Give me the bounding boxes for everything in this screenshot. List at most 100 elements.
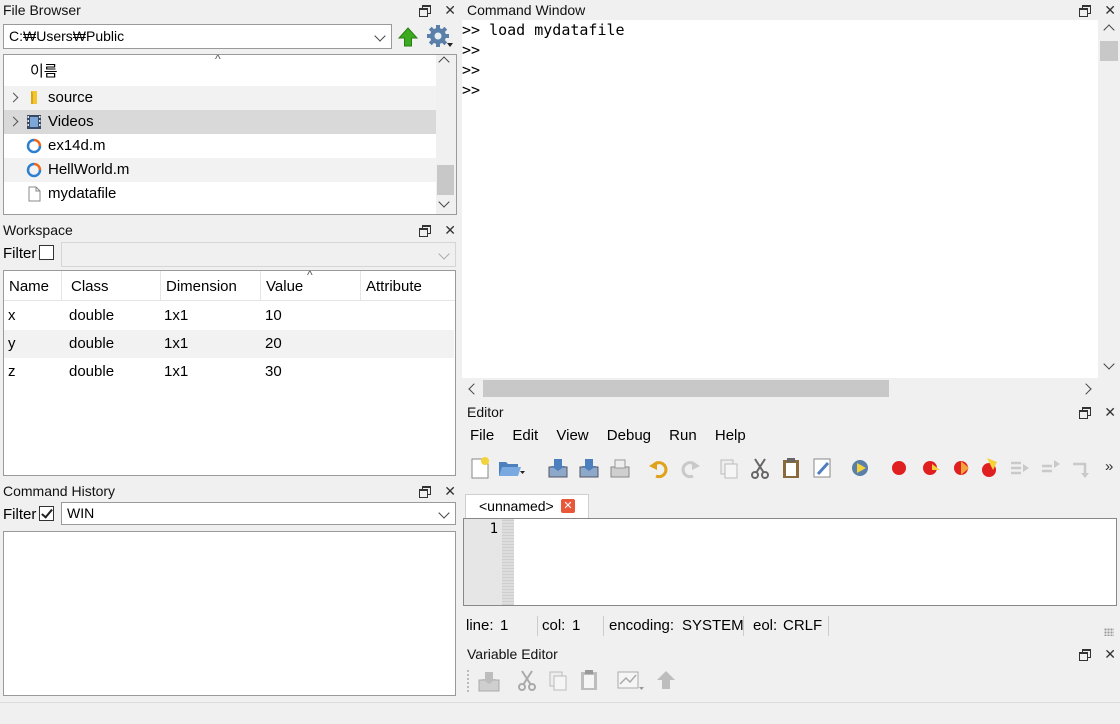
command-history-list[interactable] [3, 531, 456, 696]
column-header-value[interactable]: Value [266, 278, 303, 295]
editor-tab[interactable]: <unnamed> ✕ [465, 494, 589, 518]
close-icon[interactable]: ✕ [444, 484, 456, 498]
menu-help[interactable]: Help [715, 427, 746, 444]
menu-debug[interactable]: Debug [607, 427, 651, 444]
undock-icon[interactable] [419, 225, 432, 237]
undock-icon[interactable] [1079, 407, 1092, 419]
menu-view[interactable]: View [556, 427, 588, 444]
variable-editor-panel: Variable Editor ✕ [462, 644, 1120, 702]
file-row-ex14d[interactable]: ex14d.m [4, 134, 436, 158]
filter-combobox[interactable] [61, 242, 456, 267]
plot-icon[interactable] [615, 668, 645, 694]
print-icon[interactable] [608, 456, 632, 480]
scrollbar-thumb[interactable] [483, 380, 889, 397]
cut-icon[interactable] [748, 456, 772, 480]
command-window-buttons: ✕ [1079, 0, 1116, 20]
copy-icon[interactable] [546, 668, 570, 692]
column-header-name[interactable]: 이름 ^ [4, 55, 436, 85]
run-settings-icon[interactable] [848, 456, 872, 480]
undock-icon[interactable] [419, 5, 432, 17]
expand-arrow-icon[interactable] [8, 116, 19, 127]
command-window-hscrollbar[interactable] [462, 378, 1098, 400]
close-icon[interactable]: ✕ [1104, 405, 1116, 419]
save-icon[interactable] [476, 668, 502, 694]
path-combobox[interactable]: C:₩Users₩Public [3, 24, 392, 49]
chevron-down-icon[interactable] [438, 507, 450, 519]
table-row[interactable]: z double 1x1 30 [4, 358, 454, 386]
scrollbar-thumb[interactable] [1100, 41, 1118, 61]
undock-icon[interactable] [419, 486, 432, 498]
close-icon[interactable]: ✕ [444, 223, 456, 237]
menu-run[interactable]: Run [669, 427, 697, 444]
column-header-name[interactable]: Name [9, 278, 49, 295]
scrollbar-thumb[interactable] [437, 165, 454, 195]
file-list-scrollbar[interactable] [436, 55, 456, 214]
close-icon[interactable]: ✕ [444, 3, 456, 17]
variable-editor-window-buttons: ✕ [1079, 644, 1116, 664]
close-icon[interactable]: ✕ [1104, 3, 1116, 17]
up-arrow-icon[interactable] [654, 668, 678, 692]
step-in-icon[interactable] [1039, 456, 1063, 480]
filter-combobox[interactable]: WIN [61, 502, 456, 525]
new-file-icon[interactable] [469, 456, 491, 480]
breakpoint-icon[interactable] [887, 456, 911, 480]
resize-grip-icon[interactable] [1104, 628, 1114, 636]
paste-icon[interactable] [779, 456, 803, 480]
column-header-class[interactable]: Class [71, 278, 109, 295]
clear-all-breakpoints-icon[interactable] [977, 456, 1001, 480]
menu-file[interactable]: File [470, 427, 494, 444]
editor-menubar: File Edit View Debug Run Help [470, 427, 760, 444]
gear-icon[interactable] [426, 24, 454, 50]
chevron-down-icon[interactable] [374, 30, 386, 42]
command-window-vscrollbar[interactable] [1098, 20, 1120, 378]
redo-icon[interactable] [678, 456, 702, 480]
scroll-up-arrow-icon[interactable] [1103, 24, 1115, 36]
undo-icon[interactable] [647, 456, 671, 480]
find-replace-icon[interactable] [810, 456, 834, 480]
step-icon[interactable] [1008, 456, 1032, 480]
status-divider [603, 616, 604, 636]
open-folder-icon[interactable] [497, 456, 525, 480]
matlab-file-icon [26, 162, 42, 178]
scroll-down-arrow-icon[interactable] [438, 196, 450, 208]
line-number-gutter: 1 [464, 519, 502, 605]
column-divider [260, 271, 261, 301]
command-output[interactable]: >> load mydatafile >> >> >> [462, 20, 1098, 378]
sort-ascending-icon: ^ [307, 268, 313, 282]
paste-icon[interactable] [577, 668, 601, 692]
file-row-source[interactable]: source [4, 86, 436, 110]
table-row[interactable]: y double 1x1 20 [4, 330, 454, 358]
expand-arrow-icon[interactable] [8, 92, 19, 103]
table-row[interactable]: x double 1x1 10 [4, 302, 454, 330]
command-window-title: Command Window [467, 2, 586, 18]
save-all-icon[interactable] [577, 456, 601, 480]
undock-icon[interactable] [1079, 649, 1092, 661]
cut-icon[interactable] [515, 668, 539, 692]
command-line: >> load mydatafile [462, 21, 625, 39]
clear-breakpoint-icon[interactable] [918, 456, 942, 480]
close-icon[interactable]: ✕ [1104, 647, 1116, 661]
filter-checkbox[interactable] [39, 245, 54, 260]
step-out-icon[interactable] [1070, 456, 1094, 480]
scroll-left-arrow-icon[interactable] [468, 383, 480, 395]
conditional-breakpoint-icon[interactable] [949, 456, 973, 480]
file-row-mydatafile[interactable]: mydatafile [4, 182, 436, 206]
column-header-dimension[interactable]: Dimension [166, 278, 237, 295]
save-icon[interactable] [546, 456, 570, 480]
undock-icon[interactable] [1079, 5, 1092, 17]
command-line: >> [462, 61, 481, 79]
column-header-attribute[interactable]: Attribute [366, 278, 422, 295]
file-row-videos[interactable]: Videos [4, 110, 436, 134]
chevron-down-icon[interactable] [438, 248, 450, 260]
toolbar-overflow-icon[interactable]: » [1105, 458, 1113, 475]
file-row-hellworld[interactable]: HellWorld.m [4, 158, 436, 182]
menu-edit[interactable]: Edit [512, 427, 538, 444]
copy-icon[interactable] [717, 456, 741, 480]
scroll-up-arrow-icon[interactable] [438, 56, 450, 68]
editor-text-area[interactable]: 1 [463, 518, 1117, 606]
close-tab-icon[interactable]: ✕ [561, 499, 575, 513]
go-up-folder-icon[interactable] [398, 27, 418, 47]
scroll-down-arrow-icon[interactable] [1103, 358, 1115, 370]
scroll-right-arrow-icon[interactable] [1080, 383, 1092, 395]
filter-checkbox[interactable] [39, 506, 54, 521]
